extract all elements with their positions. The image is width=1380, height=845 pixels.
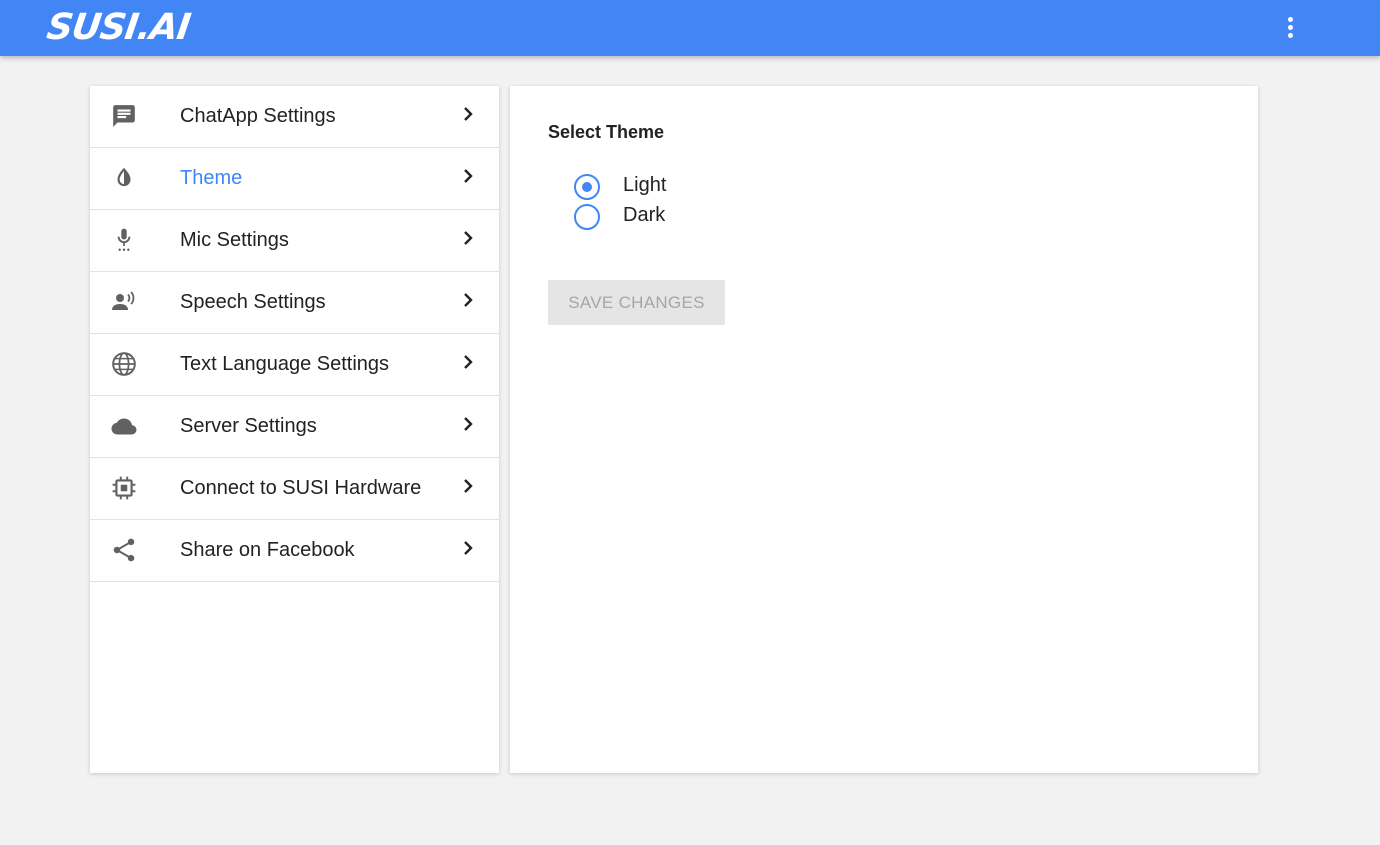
sidebar-item-theme[interactable]: Theme [90, 148, 499, 210]
drop-icon [117, 167, 131, 187]
sidebar-item-label: ChatApp Settings [180, 105, 336, 127]
speaker-person-icon [112, 291, 135, 310]
sidebar-item-connect-hardware[interactable]: Connect to SUSI Hardware [90, 458, 499, 520]
sidebar-item-label: Text Language Settings [180, 353, 390, 375]
share-icon [113, 538, 135, 562]
sidebar-item-label: Server Settings [180, 415, 317, 437]
sidebar-item-server-settings[interactable]: Server Settings [90, 396, 499, 458]
globe-icon [112, 352, 136, 376]
settings-sidebar: ChatApp Settings Theme Mic Settings Spee… [90, 86, 499, 773]
theme-panel: Select Theme Light Dark SAVE CHANGES [510, 86, 1258, 773]
chevron-right-icon [464, 417, 473, 431]
radio-dot [581, 181, 592, 192]
radio-circle-unchecked[interactable] [574, 204, 600, 230]
sidebar-item-label: Mic Settings [180, 229, 289, 251]
susi-logo[interactable]: SUSI.AI [44, 7, 192, 48]
section-title: Select Theme [548, 122, 665, 142]
chevron-right-icon [464, 107, 473, 121]
chat-icon [113, 105, 135, 127]
radio-label: Light [623, 174, 667, 196]
cloud-icon [111, 418, 137, 435]
sidebar-item-mic-settings[interactable]: Mic Settings [90, 210, 499, 272]
sidebar-item-text-language-settings[interactable]: Text Language Settings [90, 334, 499, 396]
sidebar-item-label: Share on Facebook [180, 539, 355, 561]
mic-icon [117, 228, 131, 251]
sidebar-item-label: Speech Settings [180, 291, 326, 313]
sidebar-item-chatapp-settings[interactable]: ChatApp Settings [90, 86, 499, 148]
radio-circle-checked[interactable] [574, 174, 600, 200]
chevron-right-icon [464, 169, 473, 183]
app-bar: SUSI.AI [0, 0, 1380, 56]
chevron-right-icon [464, 479, 473, 493]
radio-label: Dark [623, 204, 666, 226]
sidebar-item-share-facebook[interactable]: Share on Facebook [90, 520, 499, 582]
chevron-right-icon [464, 355, 473, 369]
sidebar-item-label: Connect to SUSI Hardware [180, 477, 422, 499]
chevron-right-icon [464, 231, 473, 245]
chevron-right-icon [464, 541, 473, 555]
save-changes-button[interactable]: SAVE CHANGES [548, 280, 725, 325]
more-vert-icon[interactable] [1276, 10, 1304, 44]
sidebar-item-label: Theme [180, 167, 243, 189]
sidebar-item-speech-settings[interactable]: Speech Settings [90, 272, 499, 334]
chevron-right-icon [464, 293, 473, 307]
chip-icon [112, 476, 136, 500]
